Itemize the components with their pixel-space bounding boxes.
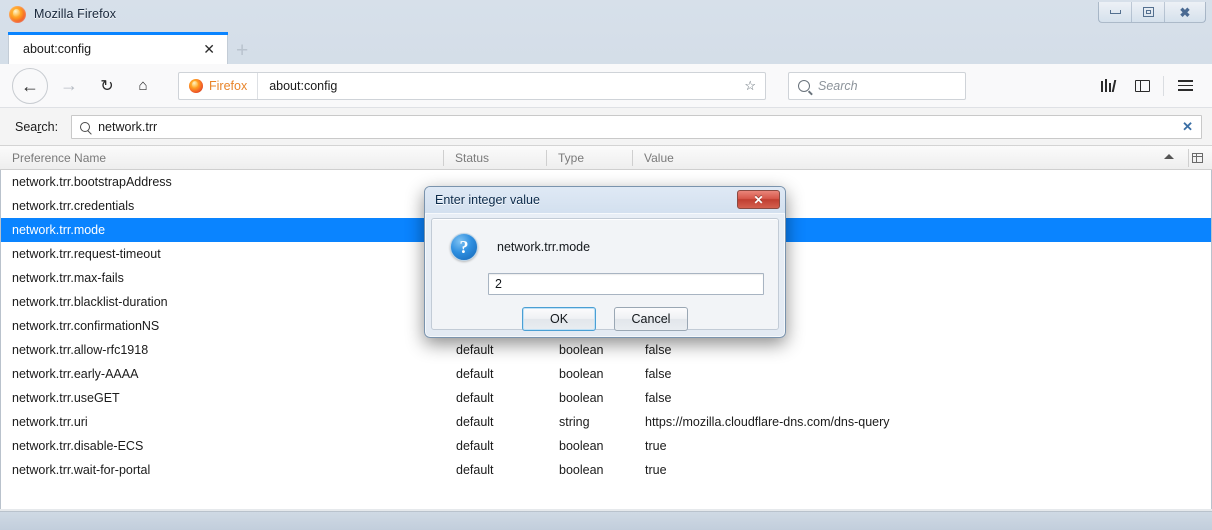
search-bar[interactable]: Search — [788, 71, 966, 100]
cell-preference-name: network.trr.allow-rfc1918 — [12, 343, 149, 357]
tab-close-icon[interactable]: ✕ — [203, 42, 215, 56]
cell-type: boolean — [559, 391, 604, 405]
cell-preference-name: network.trr.mode — [12, 223, 106, 237]
cell-value: false — [645, 343, 672, 357]
config-search-value: network.trr — [98, 119, 158, 134]
search-icon — [80, 121, 91, 132]
dialog-prompt-row: ? network.trr.mode — [432, 219, 778, 261]
table-row[interactable]: network.trr.disable-ECS default boolean tru… — [1, 434, 1211, 458]
dialog-title-bar: Enter integer value ✕ — [425, 187, 785, 214]
navigation-toolbar: ← → ↻ ⌂ Firefox about:config ☆ Search — [0, 64, 1212, 108]
new-tab-button[interactable]: + — [236, 40, 248, 61]
dialog-value-input[interactable]: 2 — [488, 273, 764, 295]
firefox-brand-icon — [189, 78, 203, 93]
enter-integer-value-dialog: Enter integer value ✕ ? network.trr.mode… — [424, 186, 786, 338]
cell-value: https://mozilla.cloudflare-dns.com/dns-q… — [645, 415, 890, 429]
tab-label: about:config — [23, 41, 92, 56]
cell-status: default — [456, 463, 494, 477]
search-input-placeholder[interactable]: Search — [818, 79, 858, 93]
config-search-label: Search: — [15, 120, 58, 134]
dialog-prompt-text: network.trr.mode — [497, 240, 591, 254]
cell-type: boolean — [559, 343, 604, 357]
identity-chip-label: Firefox — [209, 78, 248, 93]
column-header-type[interactable]: Type — [546, 146, 632, 170]
identity-chip[interactable]: Firefox — [179, 72, 259, 99]
minimize-button[interactable] — [1099, 2, 1132, 22]
tab-strip: about:config ✕ + — [0, 28, 1212, 64]
cell-type: string — [559, 415, 590, 429]
cell-status: default — [456, 343, 494, 357]
cell-preference-name: network.trr.uri — [12, 415, 88, 429]
dialog-title: Enter integer value — [435, 193, 540, 207]
restore-button[interactable] — [1132, 2, 1165, 22]
cell-type: boolean — [559, 439, 604, 453]
library-icon[interactable] — [1091, 69, 1125, 103]
config-search-label-prefix: Sea — [15, 119, 38, 134]
dialog-close-button[interactable]: ✕ — [737, 190, 780, 209]
config-search-row: Search: network.trr ✕ — [0, 108, 1212, 146]
window-title-bar: Mozilla Firefox ✖ — [0, 0, 1212, 28]
sidebar-toggle-icon[interactable] — [1125, 69, 1159, 103]
url-input[interactable]: about:config — [269, 79, 337, 93]
firefox-window: Mozilla Firefox ✖ about:config ✕ + ← → ↻… — [0, 0, 1212, 530]
column-header-status[interactable]: Status — [443, 146, 546, 170]
table-header: Preference Name Status Type Value — [0, 146, 1212, 170]
cell-preference-name: network.trr.wait-for-portal — [12, 463, 151, 477]
column-header-preference-name[interactable]: Preference Name — [0, 146, 443, 170]
toolbar-right-controls — [1091, 69, 1212, 103]
dialog-body: ? network.trr.mode 2 OK Cancel — [431, 218, 779, 331]
cell-status: default — [456, 367, 494, 381]
cell-value: false — [645, 391, 672, 405]
cell-preference-name: network.trr.request-timeout — [12, 247, 161, 261]
bookmark-star-icon[interactable]: ☆ — [744, 78, 756, 94]
cell-preference-name: network.trr.blacklist-duration — [12, 295, 168, 309]
cell-preference-name: network.trr.early-AAAA — [12, 367, 139, 381]
sort-ascending-icon — [1164, 154, 1174, 159]
cell-status: default — [456, 439, 494, 453]
reload-button[interactable]: ↻ — [90, 69, 124, 103]
column-picker-icon[interactable] — [1188, 149, 1206, 167]
back-button[interactable]: ← — [12, 67, 48, 104]
table-row[interactable]: network.trr.useGET default boolean false — [1, 386, 1211, 410]
cell-preference-name: network.trr.useGET — [12, 391, 120, 405]
home-button[interactable]: ⌂ — [126, 69, 160, 103]
toolbar-divider — [1163, 75, 1164, 96]
cell-type: boolean — [559, 463, 604, 477]
cell-preference-name: network.trr.credentials — [12, 199, 135, 213]
window-controls: ✖ — [1098, 2, 1206, 23]
close-window-button[interactable]: ✖ — [1165, 2, 1205, 22]
table-row[interactable]: network.trr.uri default string https://mozi… — [1, 410, 1211, 434]
column-header-value[interactable]: Value — [632, 146, 1212, 170]
question-mark-icon: ? — [450, 233, 478, 261]
cell-status: default — [456, 391, 494, 405]
config-search-label-suffix: ch: — [41, 119, 59, 134]
dialog-buttons: OK Cancel — [432, 307, 778, 331]
cell-value: false — [645, 367, 672, 381]
clear-search-icon[interactable]: ✕ — [1182, 119, 1193, 135]
search-icon — [798, 79, 810, 92]
hamburger-menu-icon[interactable] — [1168, 69, 1202, 103]
cell-status: default — [456, 415, 494, 429]
window-title: Mozilla Firefox — [34, 7, 117, 21]
window-bottom-edge — [0, 511, 1212, 530]
cancel-button[interactable]: Cancel — [614, 307, 688, 331]
config-search-input[interactable]: network.trr ✕ — [71, 114, 1202, 139]
cell-type: boolean — [559, 367, 604, 381]
ok-button[interactable]: OK — [522, 307, 596, 331]
firefox-logo-icon — [9, 5, 26, 23]
table-row[interactable]: network.trr.allow-rfc1918 default boolean f… — [1, 338, 1211, 362]
tab-about-config[interactable]: about:config ✕ — [8, 32, 228, 64]
cell-value: true — [645, 463, 667, 477]
cell-preference-name: network.trr.max-fails — [12, 271, 124, 285]
table-row[interactable]: network.trr.wait-for-portal default boolea… — [1, 458, 1211, 482]
cell-value: true — [645, 439, 667, 453]
forward-button[interactable]: → — [52, 69, 86, 103]
url-bar[interactable]: Firefox about:config ☆ — [178, 71, 766, 100]
cell-preference-name: network.trr.confirmationNS — [12, 319, 160, 333]
cell-preference-name: network.trr.bootstrapAddress — [12, 175, 172, 189]
cell-preference-name: network.trr.disable-ECS — [12, 439, 144, 453]
table-row[interactable]: network.trr.early-AAAA default boolean fals… — [1, 362, 1211, 386]
